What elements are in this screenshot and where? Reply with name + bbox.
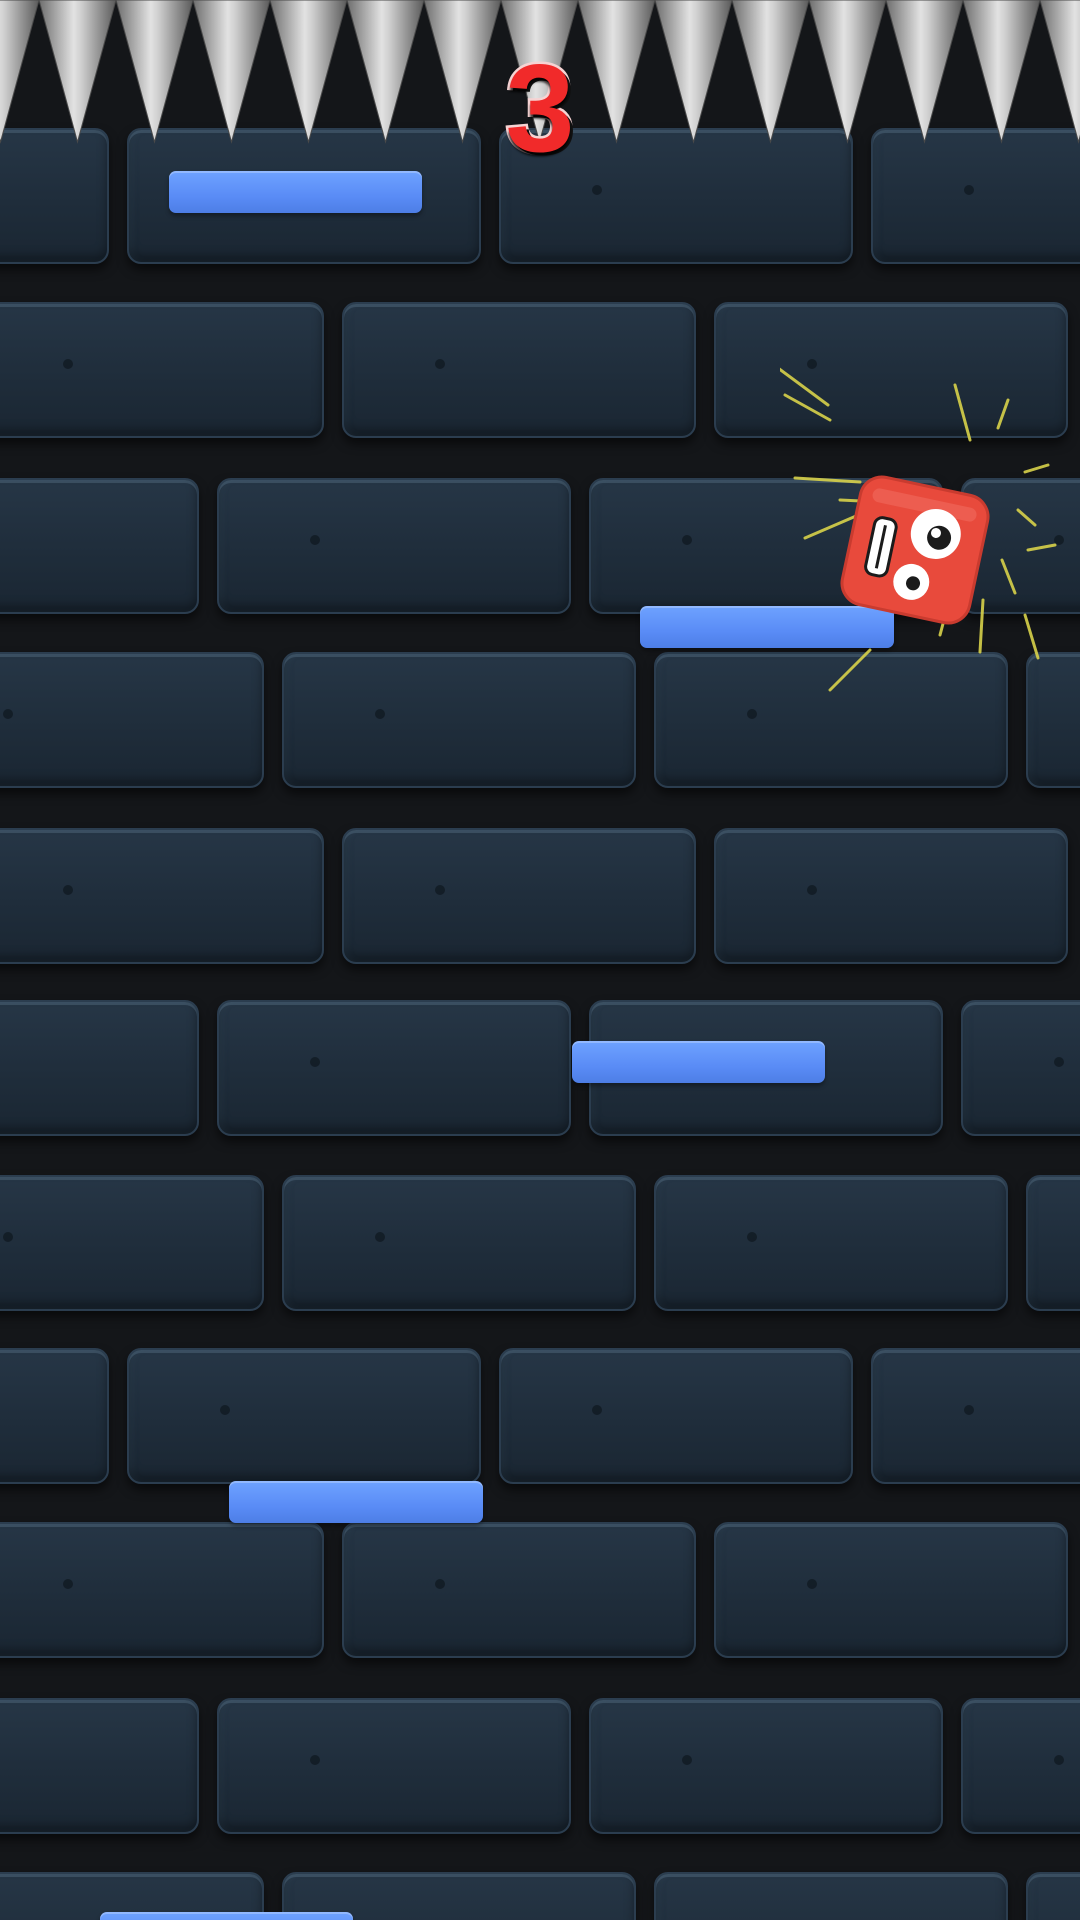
wall-brick: [342, 1522, 696, 1658]
wall-brick: [0, 1175, 264, 1311]
spike: [192, 0, 271, 144]
spike: [269, 0, 348, 144]
wall-brick: [0, 1348, 109, 1484]
wall-brick: [0, 828, 324, 964]
wall-brick: [0, 1698, 199, 1834]
wall-brick: [499, 1348, 853, 1484]
spike: [962, 0, 1041, 144]
spike: [38, 0, 117, 144]
spike: [115, 0, 194, 144]
spike: [731, 0, 810, 144]
wall-brick: [654, 1175, 1008, 1311]
wall-brick: [0, 478, 199, 614]
red-block-character-icon[interactable]: [780, 350, 1060, 730]
wall-brick: [217, 478, 571, 614]
brick-wall-background: [0, 0, 1080, 1920]
wall-brick: [1026, 1175, 1080, 1311]
wall-brick: [714, 828, 1068, 964]
wall-brick: [0, 302, 324, 438]
game-canvas[interactable]: 3: [0, 0, 1080, 1920]
wall-brick: [961, 1000, 1080, 1136]
wall-brick: [654, 1872, 1008, 1920]
wall-brick: [282, 652, 636, 788]
wall-brick: [217, 1000, 571, 1136]
wall-brick: [714, 1522, 1068, 1658]
wall-brick: [589, 1698, 943, 1834]
score-counter: 3: [503, 40, 577, 178]
wall-brick: [217, 1698, 571, 1834]
wall-brick: [127, 1348, 481, 1484]
platform: [100, 1912, 353, 1920]
wall-brick: [0, 652, 264, 788]
platform: [229, 1481, 483, 1523]
wall-brick: [342, 828, 696, 964]
spike: [885, 0, 964, 144]
platform: [572, 1041, 825, 1083]
spike: [654, 0, 733, 144]
wall-brick: [0, 1522, 324, 1658]
spike: [1039, 0, 1080, 144]
wall-brick: [961, 1698, 1080, 1834]
wall-brick: [282, 1175, 636, 1311]
spike: [346, 0, 425, 144]
spike: [808, 0, 887, 144]
spike: [0, 0, 40, 144]
wall-brick: [342, 302, 696, 438]
wall-brick: [871, 1348, 1080, 1484]
platform: [169, 171, 422, 213]
wall-brick: [1026, 1872, 1080, 1920]
wall-brick: [0, 1000, 199, 1136]
